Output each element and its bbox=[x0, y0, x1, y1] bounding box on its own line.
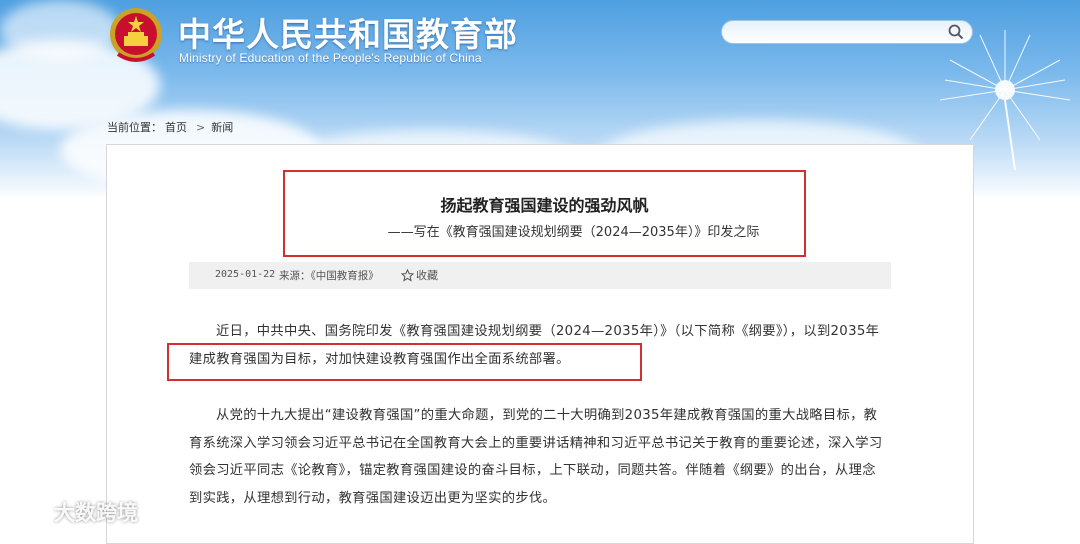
breadcrumb-news-link[interactable]: 新闻 bbox=[211, 121, 233, 134]
breadcrumb: 当前位置： 首页 > 新闻 bbox=[107, 119, 236, 135]
article-title: 扬起教育强国建设的强劲风帆 bbox=[440, 196, 649, 215]
favorite-button[interactable]: 收藏 bbox=[401, 267, 438, 283]
publish-date: 2025-01-22 bbox=[215, 269, 276, 280]
article-subtitle: ——写在《教育强国建设规划纲要（2024—2035年）》印发之际 bbox=[387, 225, 760, 240]
site-title: 中华人民共和国教育部 bbox=[178, 15, 518, 54]
breadcrumb-home-link[interactable]: 首页 bbox=[165, 121, 187, 134]
article-meta-bar: 2025-01-22 来源：《中国教育报》 收藏 bbox=[189, 262, 891, 289]
breadcrumb-separator: > bbox=[196, 121, 206, 134]
article-paragraph: 从党的十九大提出“建设教育强国”的重大命题，到党的二十大明确到2035年建成教育… bbox=[189, 408, 883, 506]
article-source: 来源：《中国教育报》 bbox=[279, 270, 379, 282]
search-icon[interactable] bbox=[948, 24, 964, 40]
site-title-english: Ministry of Education of the People's Re… bbox=[179, 51, 482, 65]
watermark-logo-icon bbox=[8, 502, 45, 521]
search-input[interactable] bbox=[721, 20, 973, 44]
national-emblem-icon bbox=[110, 8, 162, 62]
breadcrumb-label: 当前位置： bbox=[107, 121, 162, 134]
star-icon bbox=[401, 268, 414, 282]
favorite-label: 收藏 bbox=[416, 269, 438, 282]
watermark-text: 大数跨境 bbox=[54, 501, 138, 525]
watermark: 大数跨境 bbox=[8, 497, 138, 527]
paragraph-highlight-box bbox=[167, 343, 642, 381]
